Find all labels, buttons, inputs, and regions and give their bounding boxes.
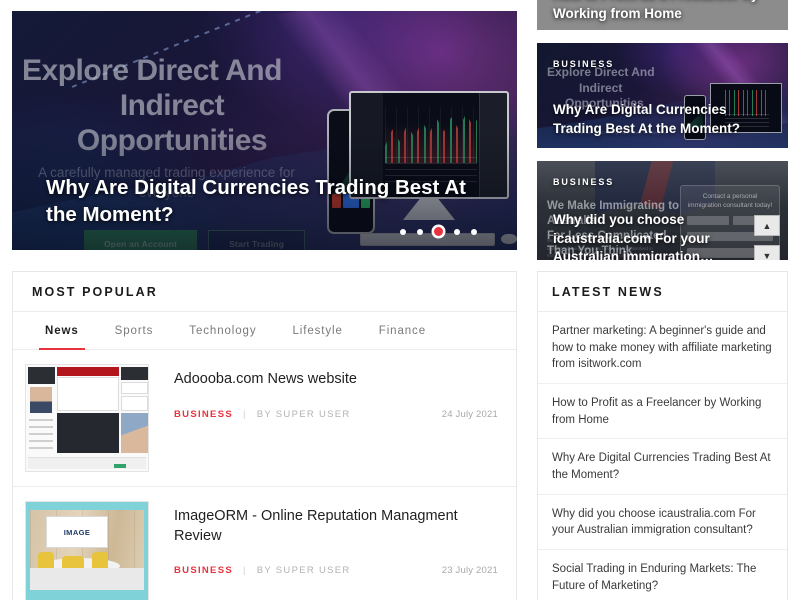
latest-news-panel: LATEST NEWS Partner marketing: A beginne… [537, 271, 788, 600]
tab-news[interactable]: News [27, 312, 97, 350]
carousel-dot-2[interactable] [417, 228, 423, 235]
article-body: ImageORM - Online Reputation Managment R… [149, 501, 498, 600]
side-card-category[interactable]: BUSINESS [553, 177, 614, 187]
latest-news-header: LATEST NEWS [538, 272, 787, 312]
side-card-title[interactable]: Why Are Digital Currencies Trading Best … [553, 101, 778, 138]
article-title[interactable]: Adoooba.com News website [174, 370, 498, 390]
side-card-category[interactable]: BUSINESS [553, 59, 614, 69]
category-badge[interactable]: BUSINESS [174, 565, 233, 576]
article-author: BY SUPER USER [256, 565, 351, 577]
article-list-item[interactable]: Adoooba.com News website BUSINESS | BY S… [13, 350, 516, 487]
page-title: MOST POPULAR [32, 284, 158, 299]
hero-headline-line2: Indirect [119, 89, 225, 123]
side-card-freelancer[interactable]: How to Profit as a Freelancer by Working… [537, 0, 788, 30]
most-popular-header: MOST POPULAR [13, 272, 516, 312]
meta-separator: | [242, 408, 247, 420]
page-root: Explore Direct And Indirect Opportunitie… [0, 0, 800, 600]
list-item[interactable]: Why Are Digital Currencies Trading Best … [538, 439, 787, 495]
side-card-digital-currencies[interactable]: Explore Direct And Indirect Opportunitie… [537, 43, 788, 148]
thumbnail-logo: IMAGE [46, 516, 108, 548]
list-item[interactable]: Why did you choose icaustralia.com For y… [538, 495, 787, 551]
article-body: Adoooba.com News website BUSINESS | BY S… [149, 364, 498, 472]
carousel-dot-5[interactable] [471, 228, 477, 235]
category-badge[interactable]: BUSINESS [174, 409, 233, 420]
most-popular-panel: MOST POPULAR News Sports Technology Life… [12, 271, 517, 600]
article-thumbnail[interactable] [25, 364, 149, 472]
article-title[interactable]: ImageORM - Online Reputation Managment R… [174, 507, 498, 546]
article-date: 24 July 2021 [441, 408, 498, 420]
news-screenshot-collage-icon [26, 365, 148, 471]
article-author: BY SUPER USER [256, 408, 351, 420]
carousel-dot-3-active[interactable] [434, 227, 443, 236]
meta-separator: | [242, 565, 247, 577]
most-popular-tabs[interactable]: News Sports Technology Lifestyle Finance [13, 312, 516, 350]
side-card-title[interactable]: Why did you choose icaustralia.com For y… [553, 211, 778, 260]
office-meeting-room-icon: IMAGE [26, 502, 148, 600]
article-meta: BUSINESS | BY SUPER USER 24 July 2021 [174, 409, 498, 420]
hero-headline-line1: Explore Direct And [22, 54, 282, 87]
tab-finance[interactable]: Finance [361, 312, 444, 349]
list-item[interactable]: Partner marketing: A beginner's guide an… [538, 312, 787, 385]
article-date: 23 July 2021 [441, 565, 498, 577]
side-card-title[interactable]: How to Profit as a Freelancer by Working… [553, 0, 778, 23]
tab-technology[interactable]: Technology [171, 312, 274, 349]
hero-overlay-title[interactable]: Why Are Digital Currencies Trading Best … [46, 174, 466, 228]
carousel-dot-4[interactable] [454, 228, 460, 235]
carousel-dot-1[interactable] [400, 228, 406, 235]
thumbnail-logo-text: IMAGE [63, 527, 91, 537]
list-item[interactable]: How to Profit as a Freelancer by Working… [538, 384, 787, 440]
carousel-dots[interactable] [400, 227, 477, 236]
article-meta: BUSINESS | BY SUPER USER 23 July 2021 [174, 565, 498, 576]
article-list-item[interactable]: IMAGE ImageORM - Online Reputation Manag… [13, 487, 516, 600]
latest-news-title: LATEST NEWS [552, 284, 664, 299]
side-card-icaustralia[interactable]: Contact a personal immigration consultan… [537, 161, 788, 260]
article-thumbnail[interactable]: IMAGE [25, 501, 149, 600]
tab-sports[interactable]: Sports [97, 312, 172, 349]
list-item[interactable]: Social Trading in Enduring Markets: The … [538, 550, 787, 600]
tab-lifestyle[interactable]: Lifestyle [274, 312, 360, 349]
featured-side-cards: How to Profit as a Freelancer by Working… [537, 0, 788, 260]
hero-carousel[interactable]: Explore Direct And Indirect Opportunitie… [12, 11, 517, 250]
